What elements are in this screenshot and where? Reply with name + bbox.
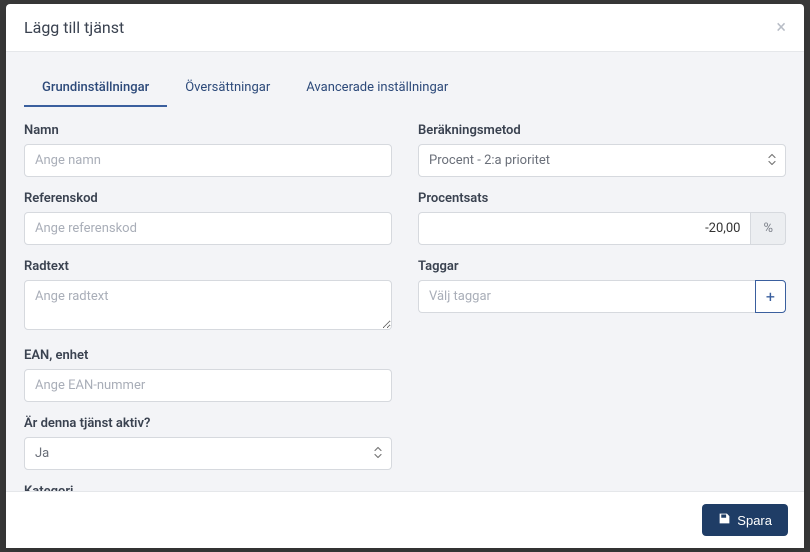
refcode-input[interactable] (24, 212, 392, 245)
percent-input[interactable] (418, 212, 751, 245)
save-button[interactable]: Spara (702, 504, 788, 536)
percent-input-group: % (418, 212, 786, 245)
add-tag-button[interactable]: + (755, 280, 786, 313)
tab-grundinstallningar[interactable]: Grundinställningar (24, 70, 167, 107)
active-label: Är denna tjänst aktiv? (24, 416, 392, 431)
tab-oversattningar[interactable]: Översättningar (167, 70, 288, 107)
form-grid: Namn Referenskod Radtext EAN, enhet Är d (24, 123, 786, 491)
category-label: Kategori (24, 484, 392, 491)
calc-label: Beräkningsmetod (418, 123, 786, 138)
ean-label: EAN, enhet (24, 348, 392, 363)
modal-footer: Spara (6, 491, 804, 548)
rowtext-input[interactable] (24, 280, 392, 330)
active-select[interactable]: Ja (24, 437, 392, 470)
rowtext-label: Radtext (24, 259, 392, 274)
tags-input-group: + (418, 280, 786, 313)
percent-unit: % (751, 212, 786, 245)
name-group: Namn (24, 123, 392, 177)
tags-label: Taggar (418, 259, 786, 274)
rowtext-group: Radtext (24, 259, 392, 334)
tabs: Grundinställningar Översättningar Avance… (24, 70, 786, 107)
right-column: Beräkningsmetod Procent - 2:a prioritet … (418, 123, 786, 491)
close-icon[interactable]: × (776, 19, 786, 37)
left-column: Namn Referenskod Radtext EAN, enhet Är d (24, 123, 392, 491)
calc-select-wrap: Procent - 2:a prioritet (418, 144, 786, 177)
active-select-wrap: Ja (24, 437, 392, 470)
ean-input[interactable] (24, 369, 392, 402)
save-button-label: Spara (737, 513, 772, 528)
refcode-group: Referenskod (24, 191, 392, 245)
ean-group: EAN, enhet (24, 348, 392, 402)
calc-select[interactable]: Procent - 2:a prioritet (418, 144, 786, 177)
tags-group: Taggar + (418, 259, 786, 313)
name-label: Namn (24, 123, 392, 138)
tags-input[interactable] (418, 280, 755, 313)
category-group: Kategori Rabatt (24, 484, 392, 491)
plus-icon: + (766, 287, 775, 306)
tab-avancerade[interactable]: Avancerade inställningar (288, 70, 466, 107)
percent-group: Procentsats % (418, 191, 786, 245)
modal-header: Lägg till tjänst × (6, 4, 804, 52)
save-icon (718, 512, 731, 528)
name-input[interactable] (24, 144, 392, 177)
refcode-label: Referenskod (24, 191, 392, 206)
percent-label: Procentsats (418, 191, 786, 206)
active-group: Är denna tjänst aktiv? Ja (24, 416, 392, 470)
add-service-modal: Lägg till tjänst × Grundinställningar Öv… (6, 4, 804, 548)
modal-title: Lägg till tjänst (24, 18, 124, 37)
modal-body: Grundinställningar Översättningar Avance… (6, 52, 804, 491)
calc-group: Beräkningsmetod Procent - 2:a prioritet (418, 123, 786, 177)
